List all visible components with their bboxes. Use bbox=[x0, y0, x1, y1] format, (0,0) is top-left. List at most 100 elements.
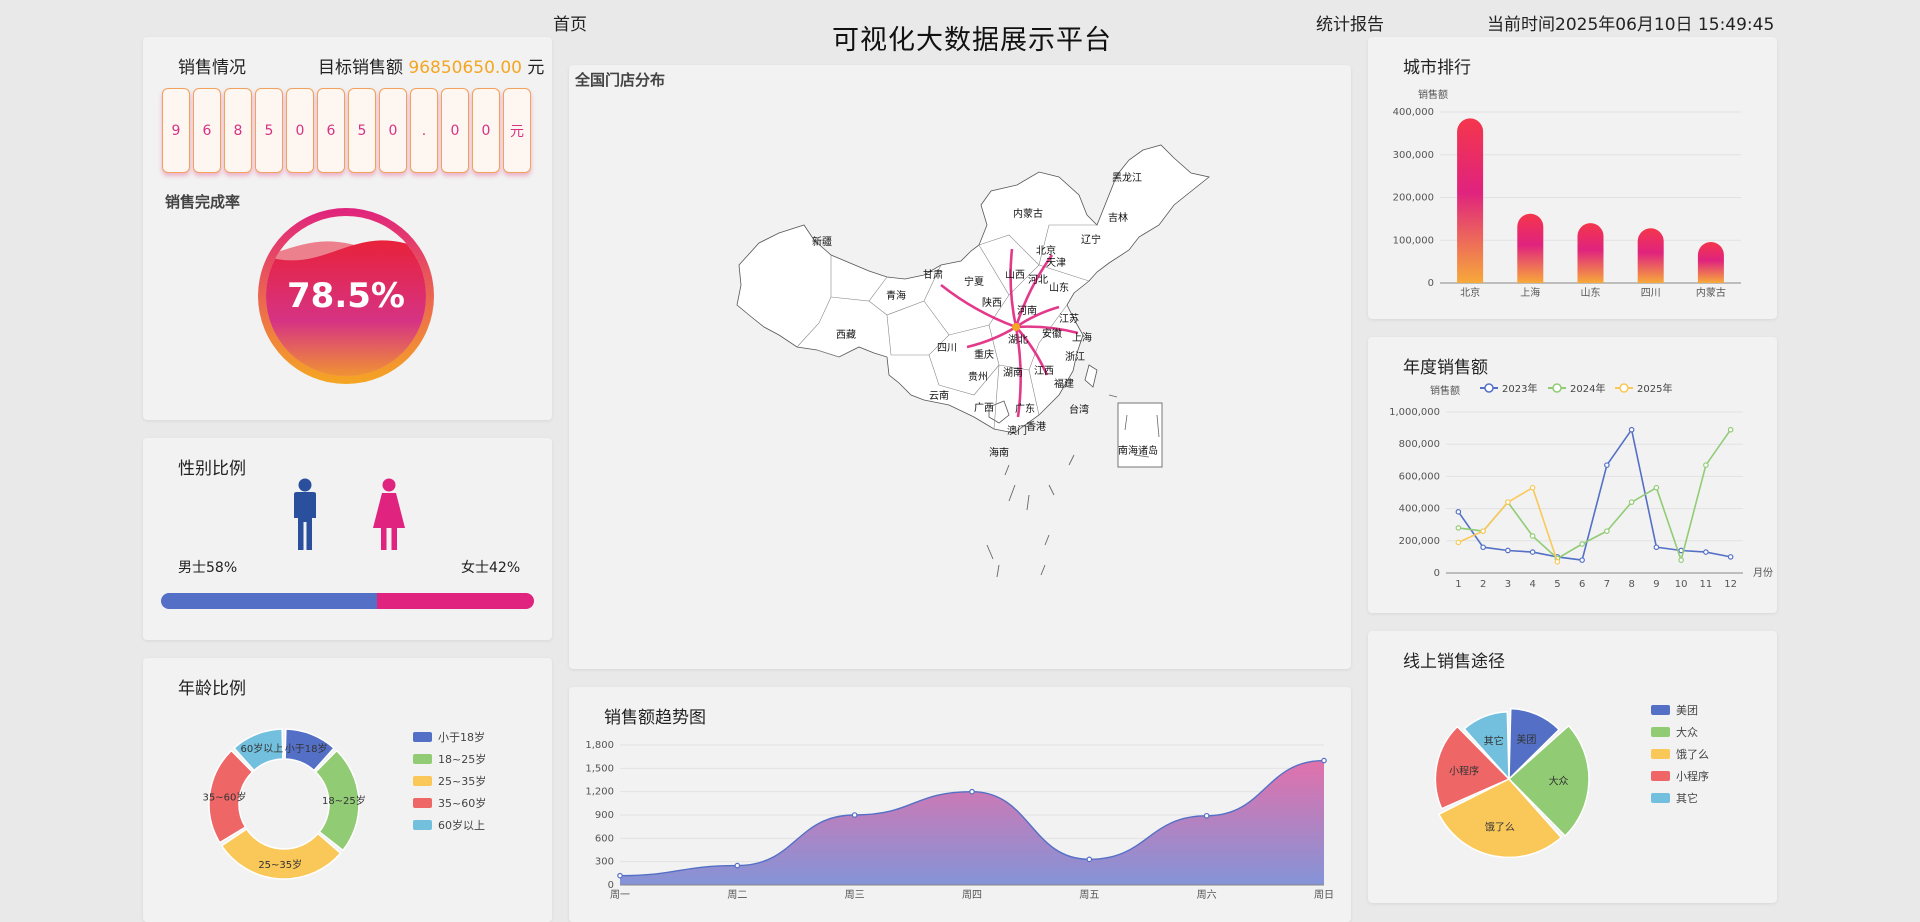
province-label: 安徽 bbox=[1042, 327, 1062, 340]
male-ratio-label: 男士58% bbox=[178, 560, 238, 576]
annual-point bbox=[1727, 426, 1734, 433]
sales-digit: 0 bbox=[286, 88, 314, 173]
city-y-tick: 0 bbox=[1428, 278, 1434, 289]
trend-y-tick: 300 bbox=[595, 857, 614, 868]
city-bar bbox=[1517, 213, 1544, 283]
trend-x-tick: 周三 bbox=[845, 889, 865, 901]
province-label: 宁夏 bbox=[964, 275, 984, 288]
annual-point bbox=[1653, 544, 1660, 551]
sales-digit: 6 bbox=[317, 88, 345, 173]
sales-target-label: 目标销售额 bbox=[318, 58, 403, 78]
age-panel: 年龄比例 小于18岁 18~25岁 25~35岁 35~60岁 60岁以上 小于18岁 18… bbox=[143, 658, 552, 922]
city-bar bbox=[1577, 223, 1604, 283]
annual-y-tick: 800,000 bbox=[1399, 439, 1440, 450]
province-label: 天津 bbox=[1046, 257, 1066, 269]
annual-point bbox=[1727, 554, 1734, 560]
sales-panel: 销售情况 目标销售额 96850650.00 元 96850650.00元 销售… bbox=[143, 37, 552, 420]
age-legend-label: 25~35岁 bbox=[438, 774, 486, 788]
province-label: 广东 bbox=[1015, 402, 1035, 415]
province-label: 江苏 bbox=[1059, 312, 1079, 325]
channel-legend-swatch bbox=[1651, 749, 1670, 759]
annual-point bbox=[1480, 528, 1486, 534]
annual-point bbox=[1579, 557, 1585, 563]
annual-point bbox=[1579, 541, 1585, 547]
nav-home-link[interactable]: 首页 bbox=[553, 10, 587, 35]
sales-digit: . bbox=[410, 88, 438, 173]
province-label: 山东 bbox=[1049, 281, 1069, 294]
sales-digit: 9 bbox=[162, 88, 190, 173]
province-label: 河北 bbox=[1028, 274, 1048, 286]
gender-title: 性别比例 bbox=[178, 459, 246, 479]
province-label: 贵州 bbox=[968, 370, 988, 383]
province-label: 福建 bbox=[1054, 377, 1074, 390]
age-legend-label: 小于18岁 bbox=[438, 730, 485, 744]
channel-legend-label: 饿了么 bbox=[1676, 747, 1709, 761]
province-label: 江西 bbox=[1034, 365, 1054, 377]
gender-panel: 性别比例 男士58% 女士42% bbox=[143, 438, 552, 640]
city-bar bbox=[1637, 228, 1664, 283]
channel-legend-swatch bbox=[1651, 727, 1670, 737]
age-slice-label: 小于18岁 bbox=[285, 742, 328, 755]
current-time: 当前时间2025年06月10日 15:49:45 bbox=[1487, 15, 1775, 35]
china-map[interactable]: 黑龙江吉林辽宁 内蒙古北京天津河北山西山东 宁夏 甘肃 新疆青海西藏 陕西河南江苏安徽 上海… bbox=[569, 65, 1351, 669]
mainland-outline bbox=[736, 144, 1210, 434]
annual-x-tick: 6 bbox=[1579, 579, 1585, 590]
age-slice-label: 25~35岁 bbox=[258, 858, 302, 871]
province-label: 河南 bbox=[1017, 304, 1037, 317]
city-rank-chart: 销售额 0 100,000 200,000 300,000 400,000 北京 上海 山东 四川… bbox=[1393, 88, 1741, 299]
map-land bbox=[736, 144, 1210, 434]
annual-point bbox=[1653, 484, 1660, 491]
annual-point bbox=[1703, 462, 1709, 468]
annual-legend-marker bbox=[1619, 383, 1629, 393]
online-channels-panel: 线上销售途径 美团 大众 饿了么 小程序 其它 美团 大众 饿了么 小程序 其它 bbox=[1368, 631, 1777, 903]
province-label: 云南 bbox=[929, 389, 949, 402]
annual-x-tick: 11 bbox=[1700, 579, 1713, 590]
annual-legend-label: 2023年 bbox=[1502, 382, 1537, 395]
trend-point bbox=[851, 812, 858, 818]
annual-x-tick: 10 bbox=[1675, 579, 1688, 590]
annual-point bbox=[1628, 426, 1635, 433]
province-label: 山西 bbox=[1005, 269, 1025, 281]
trend-y-tick: 900 bbox=[595, 810, 614, 821]
province-label: 上海 bbox=[1072, 331, 1092, 344]
annual-x-tick: 9 bbox=[1653, 579, 1659, 590]
channel-legend-label: 大众 bbox=[1676, 725, 1698, 739]
annual-x-tick: 2 bbox=[1480, 579, 1486, 590]
province-label: 台湾 bbox=[1069, 403, 1089, 416]
male-ratio-fill bbox=[161, 593, 378, 609]
province-label: 西藏 bbox=[836, 329, 856, 341]
age-legend-swatch bbox=[413, 754, 432, 764]
annual-legend-marker bbox=[1552, 383, 1562, 393]
channel-legend-swatch bbox=[1651, 793, 1670, 803]
annual-point bbox=[1604, 528, 1610, 534]
gauge-percent-label: 78.5% bbox=[287, 276, 405, 316]
sales-target: 目标销售额 96850650.00 元 bbox=[318, 53, 544, 78]
trend-y-tick: 1,800 bbox=[585, 740, 614, 751]
province-label: 香港 bbox=[1026, 421, 1046, 433]
annual-x-tick: 3 bbox=[1505, 579, 1511, 590]
sales-digit-board: 96850650.00元 bbox=[162, 88, 531, 173]
gender-ratio-bar bbox=[161, 593, 534, 609]
trend-x-tick: 周四 bbox=[962, 889, 982, 901]
channel-legend-swatch bbox=[1651, 771, 1670, 781]
sales-digit: 元 bbox=[503, 88, 531, 173]
city-y-tick: 300,000 bbox=[1393, 150, 1434, 161]
channel-legend-label: 美团 bbox=[1676, 704, 1698, 717]
trend-x-tick: 周五 bbox=[1079, 889, 1099, 901]
sales-title: 销售情况 bbox=[178, 58, 246, 78]
city-bar bbox=[1457, 118, 1484, 283]
annual-y-tick: 200,000 bbox=[1399, 536, 1440, 547]
city-x-tick: 北京 bbox=[1460, 286, 1480, 299]
province-label: 黑龙江 bbox=[1112, 171, 1142, 184]
age-donut-chart: 小于18岁18~25岁25~35岁35~60岁60岁以上小于18岁18~25岁2… bbox=[203, 728, 486, 880]
province-label: 海南 bbox=[989, 446, 1009, 459]
province-label: 甘肃 bbox=[923, 268, 943, 281]
nav-report-link[interactable]: 统计报告 bbox=[1316, 10, 1384, 35]
channel-legend-label: 小程序 bbox=[1676, 769, 1709, 783]
annual-sales-panel: 年度销售额 销售额 月份 2023年 2024年 2025年 0 200,000 400,00… bbox=[1368, 337, 1777, 613]
age-legend-swatch bbox=[413, 820, 432, 830]
age-legend-swatch bbox=[413, 776, 432, 786]
sales-digit: 5 bbox=[255, 88, 283, 173]
age-slice bbox=[220, 828, 342, 880]
province-label: 广西 bbox=[974, 402, 994, 414]
